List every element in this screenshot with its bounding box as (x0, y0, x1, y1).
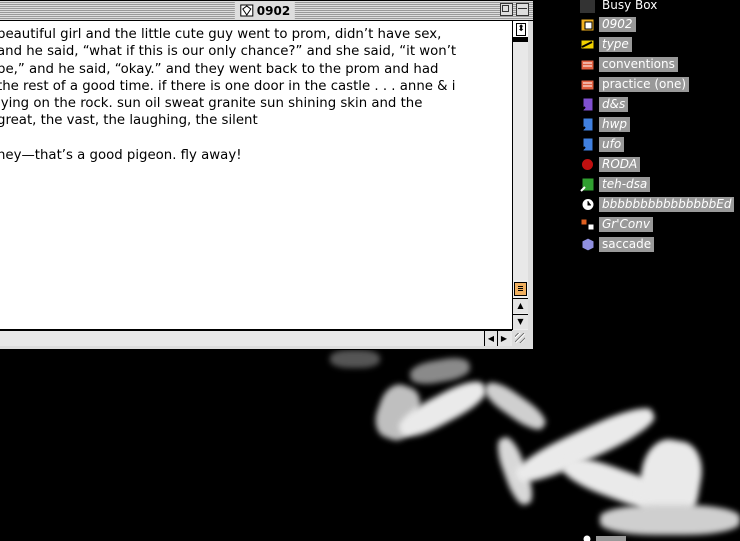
desktop-item-type[interactable]: type (580, 35, 632, 53)
desktop-item-label: teh-dsa (599, 176, 651, 192)
folder-document-icon (580, 18, 595, 31)
horizontal-scrollbar[interactable]: ◀ ▶ (0, 330, 513, 346)
split-arrow-icon: ⬍ (516, 23, 526, 36)
document-icon (240, 4, 254, 17)
scroll-up-arrow-icon[interactable]: ▲ (513, 298, 528, 313)
app-alias-icon (580, 97, 594, 112)
window-title-group: 0902 (234, 2, 296, 19)
desktop-item-label: d&s (599, 96, 629, 112)
desktop-item-label: practice (one) (599, 76, 690, 92)
scroll-thumb[interactable] (514, 282, 527, 296)
pencil-alias-icon (580, 39, 595, 49)
desktop-picture-shape (408, 354, 472, 388)
desktop-item-label: hwp (599, 116, 631, 132)
book-icon (580, 79, 595, 90)
converter-icon (580, 218, 595, 230)
desktop-item-bbbbbbbbbbbbbbbed[interactable]: bbbbbbbbbbbbbbbEd (580, 195, 735, 213)
text-line: beautiful girl and the little cute guy w… (0, 27, 442, 42)
desktop-item-conventions[interactable]: conventions (580, 55, 678, 73)
desktop-item-label: bbbbbbbbbbbbbbbEd (599, 196, 735, 212)
desktop-item-label: type (599, 36, 632, 52)
desktop-item-partial-icon[interactable] (580, 533, 630, 541)
desktop-item-roda[interactable]: RODA (580, 155, 641, 173)
scroll-right-arrow-icon[interactable]: ▶ (497, 331, 510, 346)
text-area[interactable]: beautiful girl and the little cute guy w… (0, 21, 513, 330)
red-sphere-icon (581, 157, 594, 171)
book-icon (580, 59, 595, 70)
window-title-bar[interactable]: 0902 (0, 1, 533, 21)
cube-icon (581, 236, 595, 252)
desktop-item-label: Busy Box (602, 0, 658, 12)
text-line: the rest of a good time. if there is one… (0, 78, 456, 94)
desktop-picture-shape (600, 505, 740, 535)
desktop-item-label: conventions (599, 56, 678, 72)
split-box[interactable]: ⬍ (513, 21, 528, 38)
resize-grip[interactable] (512, 330, 528, 346)
clock-alias-icon (581, 197, 595, 211)
desktop-item-saccade[interactable]: saccade (580, 235, 655, 253)
text-line: hey—that’s a good pigeon. fly away! (0, 147, 242, 163)
document-window[interactable]: 0902 beautiful girl and the little cute … (0, 0, 534, 350)
desktop-item-ufo[interactable]: ufo (580, 135, 625, 153)
busy-box-icon (580, 0, 595, 13)
app-alias-icon (580, 137, 594, 152)
desktop-picture-shape (330, 350, 380, 368)
zoom-button[interactable] (500, 3, 513, 16)
desktop-item-0902[interactable]: 0902 (580, 15, 636, 33)
app-alias-icon (580, 117, 594, 132)
text-line: lying on the rock. sun oil sweat granite… (0, 96, 423, 112)
desktop-item-grconv[interactable]: Gr'Conv (580, 215, 653, 233)
desktop-item-label: 0902 (599, 16, 636, 32)
green-alias-icon (580, 177, 595, 192)
scroll-down-arrow-icon[interactable]: ▼ (513, 314, 528, 329)
desktop-item-label: RODA (599, 156, 641, 172)
desktop-item-label: saccade (599, 236, 655, 252)
desktop-picture-shape (480, 376, 550, 436)
desktop-item-label: ufo (599, 136, 625, 152)
scroll-left-arrow-icon[interactable]: ◀ (484, 331, 497, 346)
text-line: be,” and he said, “okay.” and they went … (0, 61, 439, 77)
text-line: great, the vast, the laughing, the silen… (0, 113, 258, 129)
desktop-item-label: Gr'Conv (599, 216, 653, 232)
scroll-track[interactable] (513, 42, 528, 280)
desktop-item-hwp[interactable]: hwp (580, 115, 631, 133)
window-title: 0902 (256, 3, 291, 18)
desktop-item-ds[interactable]: d&s (580, 95, 629, 113)
desktop-item-teh-dsa[interactable]: teh-dsa (580, 175, 651, 193)
document-text: beautiful girl and the little cute guy w… (0, 26, 512, 164)
collapse-button[interactable] (516, 3, 529, 16)
vertical-scrollbar[interactable]: ⬍ ▲ ▼ (512, 21, 528, 331)
text-line: and he said, “what if this is our only c… (0, 44, 457, 60)
desktop-item-busy-box[interactable]: Busy Box (580, 0, 660, 14)
desktop-item-practice-one[interactable]: practice (one) (580, 75, 690, 93)
